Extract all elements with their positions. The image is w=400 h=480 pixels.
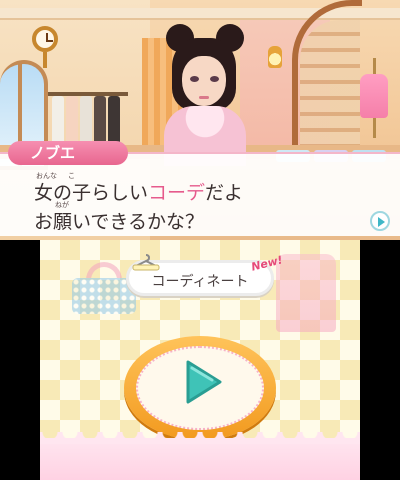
wall-clock-icon bbox=[30, 26, 60, 70]
bottom-screen: コーディネート New! bbox=[40, 240, 360, 480]
coat-icon bbox=[276, 254, 336, 332]
coordinate-label: コーディネート bbox=[151, 274, 249, 290]
top-screen: ノブエ おんな こ 女の子らしいコーデだよ ねが お願いできるかな？ bbox=[0, 0, 400, 240]
character-nobue bbox=[150, 24, 260, 166]
advance-arrow-icon[interactable] bbox=[370, 211, 390, 231]
scalloped-band bbox=[40, 432, 360, 480]
dialogue-line-2: お願いできるかな？ bbox=[34, 211, 205, 233]
play-icon bbox=[186, 360, 222, 404]
speaker-name-tag: ノブエ bbox=[8, 141, 128, 165]
hanger-icon bbox=[132, 254, 160, 271]
mannequin-dress bbox=[356, 58, 392, 138]
handbag-icon bbox=[72, 262, 136, 314]
dialogue-text: だよ bbox=[205, 182, 244, 204]
stair-rail bbox=[292, 0, 362, 160]
dialogue-highlight: コーデ bbox=[148, 182, 206, 204]
dialogue-text: 女の子らしい bbox=[34, 182, 149, 204]
wall-lamp-icon bbox=[268, 46, 282, 68]
coordinate-button[interactable]: コーディネート New! bbox=[126, 253, 284, 296]
play-button[interactable] bbox=[124, 336, 276, 448]
